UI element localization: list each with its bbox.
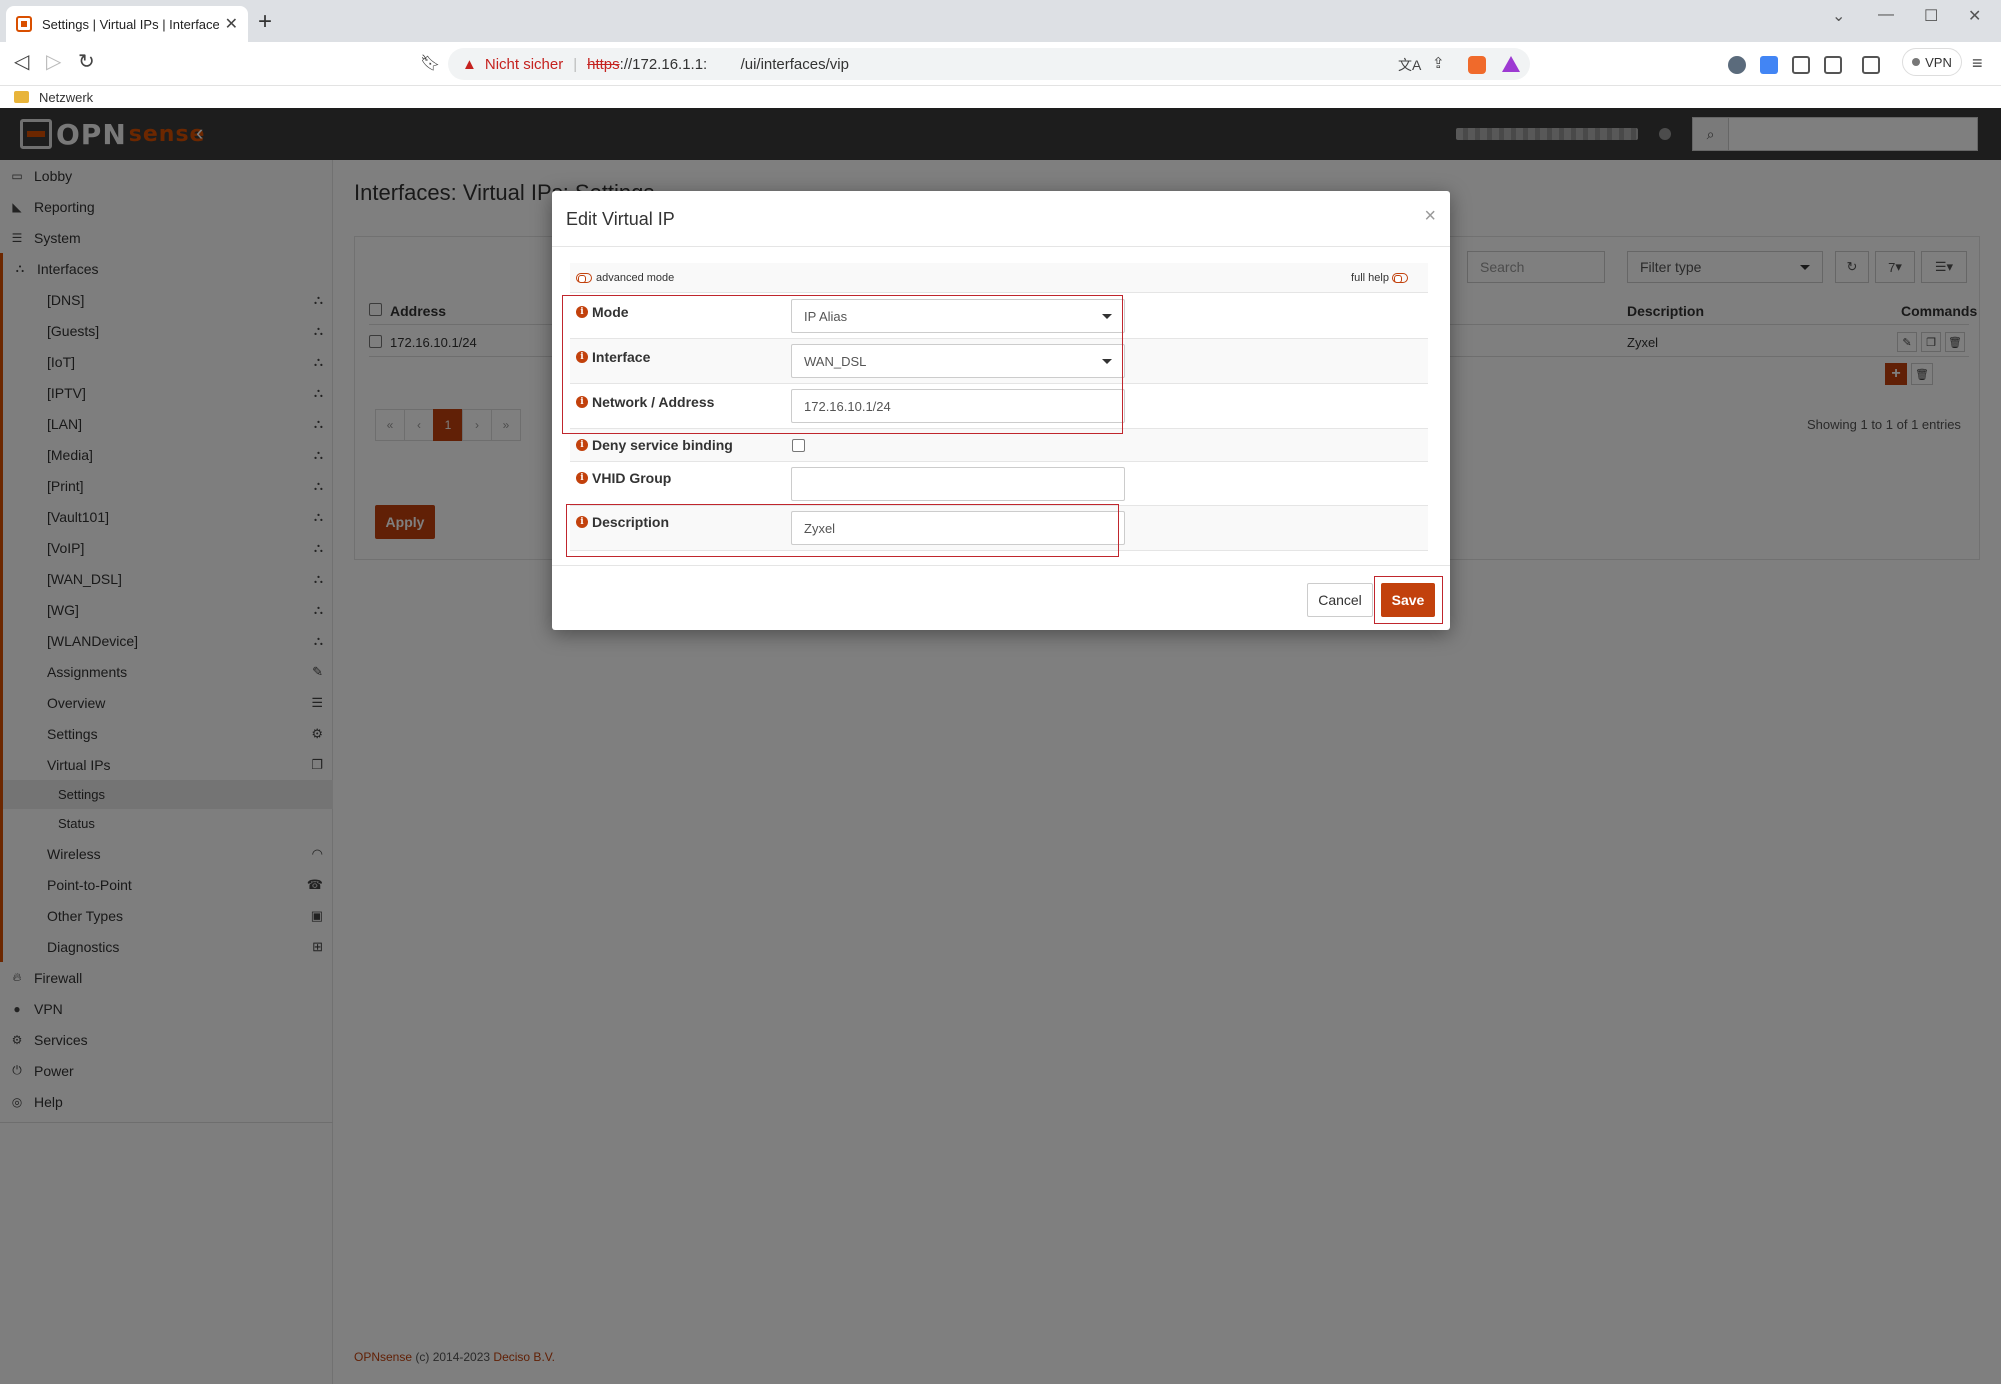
highlight-box-mode-network [562, 295, 1123, 434]
browser-toolbar: ◁ ▷ ↻ 🔖︎ ▲ Nicht sicher | https ://172.1… [0, 42, 2001, 86]
cancel-button[interactable]: Cancel [1307, 583, 1373, 617]
dialog-header: Edit Virtual IP × [552, 191, 1450, 247]
field-row-vhid: i VHID Group [570, 462, 1428, 506]
toggle-off-icon [576, 273, 592, 284]
reload-icon[interactable]: ↻ [78, 52, 95, 72]
vhid-label: i VHID Group [576, 470, 671, 486]
url-scheme: https [587, 55, 620, 73]
help-toggle-row: advanced mode full help [570, 263, 1428, 293]
bookmark-netzwerk[interactable]: Netzwerk [39, 90, 93, 105]
full-help-toggle[interactable]: full help [1351, 272, 1412, 284]
info-icon[interactable]: i [576, 472, 588, 484]
wallet-icon[interactable] [1862, 56, 1880, 74]
deny-binding-checkbox[interactable] [792, 439, 805, 452]
security-status[interactable]: Nicht sicher [485, 56, 563, 73]
opnsense-favicon-icon [16, 16, 32, 32]
toggle-off-icon [1392, 273, 1408, 284]
extension-translate-icon[interactable] [1760, 56, 1778, 74]
tab-title: Settings | Virtual IPs | Interfaces | [42, 16, 219, 32]
save-button[interactable]: Save [1381, 583, 1435, 617]
folder-icon [14, 91, 29, 103]
maximize-icon[interactable]: ☐ [1924, 6, 1938, 26]
extensions-puzzle-icon[interactable] [1792, 56, 1810, 74]
advanced-mode-toggle[interactable]: advanced mode [576, 272, 674, 284]
forward-icon[interactable]: ▷ [46, 52, 61, 72]
warning-icon: ▲ [462, 55, 477, 73]
brave-rewards-icon[interactable] [1502, 56, 1520, 72]
translate-icon[interactable]: 文A [1398, 55, 1421, 75]
browser-tab[interactable]: Settings | Virtual IPs | Interfaces | ✕ [6, 6, 248, 42]
deny-binding-label-text: Deny service binding [592, 437, 733, 453]
url-separator: | [573, 55, 578, 73]
extension-password-icon[interactable] [1728, 56, 1746, 74]
close-icon[interactable]: × [1424, 205, 1436, 228]
deny-binding-label: i Deny service binding [576, 437, 733, 453]
vpn-label: VPN [1925, 54, 1952, 70]
tab-close-icon[interactable]: ✕ [225, 14, 238, 34]
dialog-footer: Cancel Save [552, 565, 1450, 630]
info-icon[interactable]: i [576, 439, 588, 451]
new-tab-button[interactable]: + [258, 10, 272, 34]
address-bar[interactable]: ▲ Nicht sicher | https ://172.16.1.1: /u… [448, 48, 1530, 80]
vpn-button[interactable]: VPN [1902, 48, 1962, 76]
brave-shield-icon[interactable] [1468, 56, 1486, 74]
vpn-status-icon [1912, 58, 1921, 66]
bookmark-icon[interactable]: 🔖︎ [420, 54, 440, 74]
url-text: ://172.16.1.1: /ui/interfaces/vip [619, 55, 849, 73]
back-icon[interactable]: ◁ [14, 52, 29, 72]
dialog-title: Edit Virtual IP [566, 209, 675, 229]
bookmarks-bar: Netzwerk [0, 86, 2001, 108]
edit-virtual-ip-dialog: Edit Virtual IP × advanced mode full hel… [552, 191, 1450, 630]
vhid-label-text: VHID Group [592, 470, 672, 486]
share-icon[interactable]: ⇪ [1432, 54, 1445, 74]
vhid-group-select[interactable] [791, 467, 1125, 501]
highlight-box-description [566, 504, 1119, 557]
minimize-icon[interactable]: — [1878, 6, 1894, 24]
sidebar-toggle-icon[interactable] [1824, 56, 1842, 74]
window-close-icon[interactable]: ✕ [1968, 6, 1981, 26]
full-help-label: full help [1351, 272, 1389, 284]
menu-icon[interactable]: ≡ [1972, 53, 1983, 73]
advanced-mode-label: advanced mode [596, 272, 675, 284]
browser-tab-bar: Settings | Virtual IPs | Interfaces | ✕ … [0, 0, 2001, 42]
tab-search-chevron-icon[interactable]: ⌄ [1832, 6, 1845, 26]
